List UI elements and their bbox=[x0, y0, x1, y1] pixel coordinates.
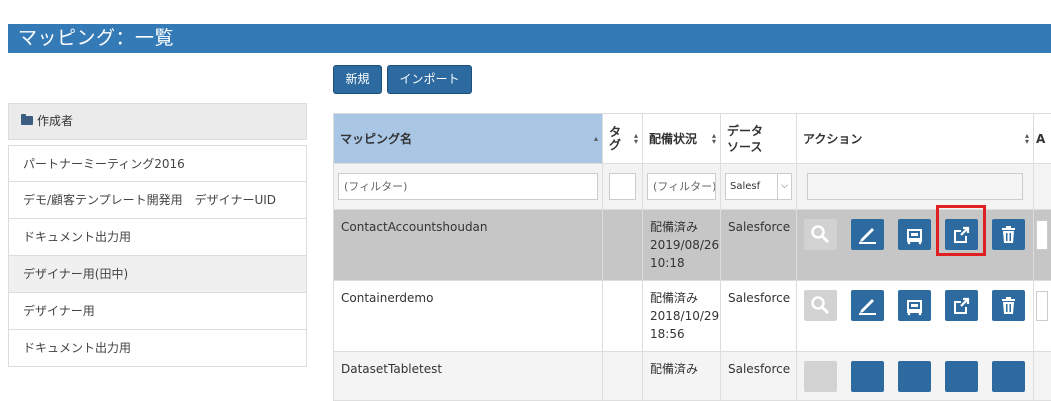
sidebar-item[interactable]: デザイナー用 bbox=[8, 293, 307, 330]
edit-button[interactable] bbox=[851, 361, 884, 392]
column-header-actions[interactable]: アクション ▴▾ bbox=[797, 114, 1034, 164]
sort-asc-icon: ▴ bbox=[594, 136, 598, 142]
sidebar-item[interactable]: パートナーミーティング2016 bbox=[8, 145, 307, 182]
name-filter-input[interactable]: (フィルター) bbox=[338, 173, 598, 200]
mapping-status: 配備済み 2018/10/29 18:56 bbox=[643, 281, 721, 352]
tag-filter-input[interactable] bbox=[609, 173, 636, 200]
chevron-down-icon: ⌵ bbox=[777, 174, 791, 199]
status-date: 2019/08/26 bbox=[650, 236, 713, 254]
datasource-filter-select[interactable]: Salesf ⌵ bbox=[725, 173, 792, 200]
column-header-tag[interactable]: タ グ ▴▾ bbox=[603, 114, 643, 164]
search-button[interactable] bbox=[804, 290, 837, 321]
search-icon bbox=[810, 295, 831, 316]
column-header-name[interactable]: マッピング名 ▴ bbox=[334, 114, 603, 164]
mapping-name[interactable]: Containerdemo bbox=[334, 281, 603, 352]
deploy-icon bbox=[904, 224, 925, 245]
search-button[interactable] bbox=[804, 361, 837, 392]
status-date: 2018/10/29 bbox=[650, 307, 713, 325]
mapping-status: 配備済み 2019/08/26 10:18 bbox=[643, 210, 721, 281]
search-icon bbox=[810, 224, 831, 245]
search-button[interactable] bbox=[804, 219, 837, 250]
column-header-label: 配備状況 bbox=[649, 132, 697, 146]
export-icon bbox=[951, 295, 972, 316]
status-label: 配備済み bbox=[650, 218, 713, 236]
sort-icon: ▴▾ bbox=[634, 133, 638, 145]
sidebar-item[interactable]: ドキュメント出力用 bbox=[8, 330, 307, 367]
column-header-label: グ bbox=[609, 138, 621, 152]
deploy-button[interactable] bbox=[898, 290, 931, 321]
mapping-name[interactable]: DatasetTabletest bbox=[334, 352, 603, 401]
sidebar-heading-label: 作成者 bbox=[37, 114, 73, 128]
page-title: マッピング：一覧 bbox=[8, 24, 1051, 53]
sidebar-item[interactable]: デザイナー用(田中) bbox=[8, 256, 307, 293]
delete-button[interactable] bbox=[992, 219, 1025, 250]
export-icon bbox=[951, 224, 972, 245]
mapping-datasource: Salesforce bbox=[721, 281, 797, 352]
status-label: 配備済み bbox=[650, 360, 713, 378]
column-header-label: マッピング名 bbox=[340, 132, 412, 146]
delete-button[interactable] bbox=[992, 290, 1025, 321]
deploy-icon bbox=[904, 295, 925, 316]
deploy-button[interactable] bbox=[898, 361, 931, 392]
table-row[interactable]: DatasetTabletest 配備済み Salesforce bbox=[334, 352, 1051, 401]
column-header-extra[interactable]: A bbox=[1034, 114, 1051, 164]
column-header-label: ソース bbox=[727, 140, 762, 154]
export-button[interactable] bbox=[945, 290, 978, 321]
import-button[interactable]: インポート bbox=[387, 65, 472, 94]
deploy-button[interactable] bbox=[898, 219, 931, 250]
export-button[interactable] bbox=[945, 219, 978, 250]
edit-button[interactable] bbox=[851, 219, 884, 250]
status-label: 配備済み bbox=[650, 289, 713, 307]
mapping-datasource: Salesforce bbox=[721, 210, 797, 281]
actions-filter-input[interactable] bbox=[807, 173, 1023, 200]
sidebar-item[interactable]: デモ/顧客テンプレート開発用 デザイナーUID bbox=[8, 182, 307, 219]
folder-icon bbox=[21, 116, 33, 125]
mapping-tag bbox=[603, 352, 643, 401]
export-button[interactable] bbox=[945, 361, 978, 392]
delete-button[interactable] bbox=[992, 361, 1025, 392]
datasource-filter-value: Salesf bbox=[730, 181, 760, 192]
status-filter-input[interactable]: (フィルター) bbox=[647, 173, 716, 200]
mapping-datasource: Salesforce bbox=[721, 352, 797, 401]
column-header-datasource[interactable]: データ ソース bbox=[721, 114, 797, 164]
sidebar-item[interactable]: ドキュメント出力用 bbox=[8, 219, 307, 256]
sidebar-heading[interactable]: 作成者 bbox=[8, 103, 307, 140]
column-header-status[interactable]: 配備状況 ▴▾ bbox=[643, 114, 721, 164]
mapping-status: 配備済み bbox=[643, 352, 721, 401]
sort-icon: ▴▾ bbox=[1025, 133, 1029, 145]
mapping-tag bbox=[603, 281, 643, 352]
table-row[interactable]: ContactAccountshoudan 配備済み 2019/08/26 10… bbox=[334, 210, 1051, 281]
mapping-name[interactable]: ContactAccountshoudan bbox=[334, 210, 603, 281]
edit-icon bbox=[857, 295, 878, 316]
row-actions bbox=[804, 358, 1026, 394]
row-checkbox[interactable] bbox=[1036, 220, 1048, 250]
row-actions bbox=[804, 287, 1026, 323]
table-row[interactable]: Containerdemo 配備済み 2018/10/29 18:56 Sale… bbox=[334, 281, 1051, 352]
trash-icon bbox=[998, 224, 1019, 245]
column-header-label: A bbox=[1036, 132, 1045, 146]
mapping-tag bbox=[603, 210, 643, 281]
row-checkbox[interactable] bbox=[1036, 291, 1048, 321]
row-actions bbox=[804, 216, 1026, 252]
trash-icon bbox=[998, 295, 1019, 316]
new-button[interactable]: 新規 bbox=[333, 65, 382, 94]
sidebar: 作成者 パートナーミーティング2016 デモ/顧客テンプレート開発用 デザイナー… bbox=[8, 103, 307, 367]
column-header-label: データ bbox=[727, 124, 763, 138]
edit-button[interactable] bbox=[851, 290, 884, 321]
status-time: 18:56 bbox=[650, 325, 713, 343]
mapping-table: マッピング名 ▴ タ グ ▴▾ 配備状況 ▴▾ データ ソース アクション ▴▾… bbox=[333, 113, 1051, 401]
column-header-label: タ bbox=[609, 125, 621, 139]
status-time: 10:18 bbox=[650, 254, 713, 272]
column-header-label: アクション bbox=[803, 132, 862, 146]
sort-icon: ▴▾ bbox=[712, 133, 716, 145]
edit-icon bbox=[857, 224, 878, 245]
